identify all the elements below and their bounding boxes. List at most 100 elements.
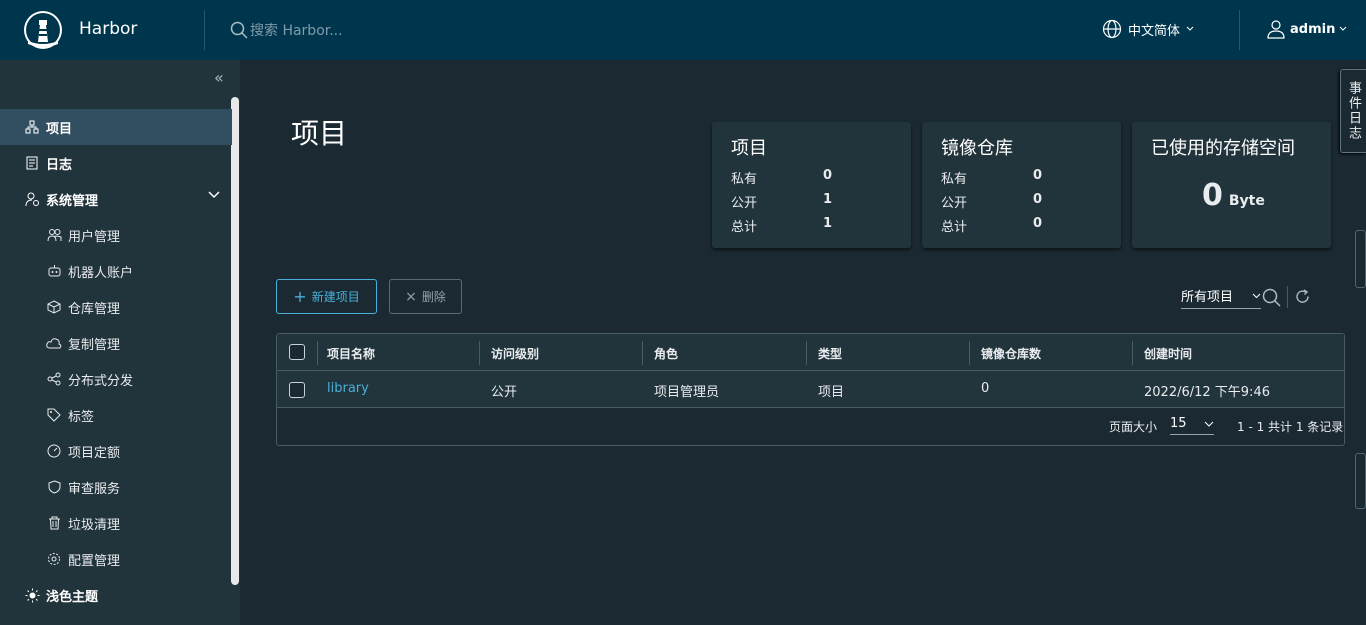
page-title: 项目 — [291, 117, 348, 150]
sidebar-item-label: 审查服务 — [68, 481, 121, 497]
refresh-icon[interactable] — [1294, 288, 1311, 305]
sidebar-item-robot-accounts[interactable]: 机器人账户 — [0, 253, 232, 289]
sidebar-item-quotas[interactable]: 项目定额 — [0, 433, 232, 469]
sidebar-item-label: 用户管理 — [68, 229, 121, 245]
sidebar-item-light-theme[interactable]: 浅色主题 — [0, 577, 232, 613]
card-row-total: 总计 0 — [941, 216, 1111, 235]
card-row-total: 总计 1 — [731, 216, 901, 235]
harbor-logo[interactable] — [24, 11, 62, 49]
event-log-tab[interactable]: 事件日志 — [1340, 69, 1366, 153]
card-row-private: 私有 0 — [731, 168, 901, 187]
logs-icon — [24, 155, 40, 171]
language-selector[interactable]: 中文简体 — [1102, 19, 1194, 39]
sidebar-item-registries[interactable]: 仓库管理 — [0, 289, 232, 325]
sidebar-item-system-admin[interactable]: 系统管理 — [0, 181, 232, 217]
sidebar-item-configuration[interactable]: 配置管理 — [0, 541, 232, 577]
row-checkbox[interactable] — [289, 382, 305, 398]
select-all-checkbox[interactable] — [289, 344, 305, 360]
pagination-summary: 1 - 1 共计 1 条记录 — [1237, 420, 1344, 434]
chevron-down-icon — [208, 191, 220, 199]
column-header-access[interactable]: 访问级别 — [491, 345, 539, 362]
sidebar-item-gc[interactable]: 垃圾清理 — [0, 505, 232, 541]
user-icon — [1267, 20, 1285, 39]
column-divider — [806, 341, 807, 365]
row-value: 0 — [823, 168, 833, 183]
sidebar-item-label: 项目 — [46, 121, 73, 137]
sidebar-item-label: 分布式分发 — [68, 373, 134, 389]
top-header: Harbor 搜索 Harbor... 中文简体 admin — [0, 0, 1366, 60]
distribution-icon — [46, 371, 62, 387]
system-admin-icon — [24, 191, 40, 207]
sidebar-item-labels[interactable]: 标签 — [0, 397, 232, 433]
row-value: 0 — [1033, 168, 1043, 183]
header-divider-right — [1239, 10, 1240, 50]
sidebar-item-label: 仓库管理 — [68, 301, 121, 317]
filter-value: 所有项目 — [1181, 290, 1234, 305]
page-size-label: 页面大小 — [1109, 420, 1158, 434]
projects-table: 项目名称 访问级别 角色 类型 镜像仓库数 创建时间 library 公开 项目… — [276, 333, 1345, 446]
globe-icon — [1102, 19, 1122, 39]
global-search-input[interactable]: 搜索 Harbor... — [230, 20, 343, 40]
row-value: 0 — [1033, 216, 1043, 231]
cell-role: 项目管理员 — [654, 385, 720, 400]
column-header-name[interactable]: 项目名称 — [327, 345, 375, 362]
cell-repo-count: 0 — [981, 381, 990, 396]
chevron-down-icon — [1204, 421, 1214, 427]
column-divider — [317, 341, 318, 365]
column-header-type[interactable]: 类型 — [818, 345, 842, 362]
column-divider — [969, 341, 970, 365]
user-name: admin — [1290, 21, 1336, 37]
sidebar-scrollbar[interactable] — [231, 97, 239, 585]
sidebar-item-label: 项目定额 — [68, 445, 121, 461]
search-icon[interactable] — [1262, 288, 1281, 307]
column-header-repo-count[interactable]: 镜像仓库数 — [981, 345, 1041, 362]
new-project-button[interactable]: + 新建项目 — [276, 279, 377, 314]
card-title: 项目 — [731, 138, 767, 159]
language-label: 中文简体 — [1128, 23, 1181, 39]
row-value: 0 — [1033, 192, 1043, 207]
row-label: 总计 — [731, 220, 758, 235]
chevron-down-icon — [1339, 26, 1347, 31]
header-divider — [204, 10, 205, 50]
sidebar-item-interrogation[interactable]: 审查服务 — [0, 469, 232, 505]
sidebar-item-replication[interactable]: 复制管理 — [0, 325, 232, 361]
column-header-role[interactable]: 角色 — [654, 345, 678, 362]
user-menu[interactable]: admin — [1266, 19, 1347, 39]
sidebar-item-label: 标签 — [68, 409, 95, 425]
delete-label: 删除 — [421, 290, 446, 304]
sidebar-item-label: 浅色主题 — [46, 589, 99, 605]
sidebar-item-users[interactable]: 用户管理 — [0, 217, 232, 253]
row-value: 1 — [823, 216, 833, 231]
sidebar-item-projects[interactable]: 项目 — [0, 109, 232, 145]
card-row-private: 私有 0 — [941, 168, 1111, 187]
sidebar-item-label: 系统管理 — [46, 193, 99, 209]
chevron-down-icon — [1252, 293, 1261, 298]
row-label: 私有 — [731, 172, 758, 187]
project-name-link[interactable]: library — [327, 381, 369, 396]
column-divider — [1132, 341, 1133, 365]
sidebar-item-label: 机器人账户 — [68, 265, 134, 281]
sidebar-item-logs[interactable]: 日志 — [0, 145, 232, 181]
project-filter-select[interactable]: 所有项目 — [1181, 286, 1261, 309]
storage-used: 0 Byte — [1202, 178, 1265, 213]
page-size-select[interactable]: 15 — [1170, 416, 1214, 435]
cell-access: 公开 — [491, 385, 518, 400]
row-label: 私有 — [941, 172, 968, 187]
card-title: 已使用的存储空间 — [1151, 138, 1295, 159]
collapse-sidebar-icon[interactable]: « — [214, 68, 224, 87]
cell-type: 项目 — [818, 385, 845, 400]
brand-name[interactable]: Harbor — [79, 19, 137, 39]
row-label: 总计 — [941, 220, 968, 235]
table-row[interactable]: library 公开 项目管理员 项目 0 2022/6/12 下午9:46 — [277, 371, 1344, 408]
close-icon: × — [405, 288, 417, 305]
sidebar-item-label: 复制管理 — [68, 337, 121, 353]
column-divider — [479, 341, 480, 365]
delete-button[interactable]: × 删除 — [389, 279, 462, 314]
scroll-indicator-top — [1355, 230, 1366, 288]
sidebar-item-distribution[interactable]: 分布式分发 — [0, 361, 232, 397]
projects-summary-card: 项目 私有 0 公开 1 总计 1 — [712, 122, 911, 248]
table-header: 项目名称 访问级别 角色 类型 镜像仓库数 创建时间 — [277, 334, 1344, 371]
tag-icon — [46, 407, 62, 423]
plus-icon: + — [293, 287, 307, 306]
column-header-created[interactable]: 创建时间 — [1144, 345, 1192, 362]
